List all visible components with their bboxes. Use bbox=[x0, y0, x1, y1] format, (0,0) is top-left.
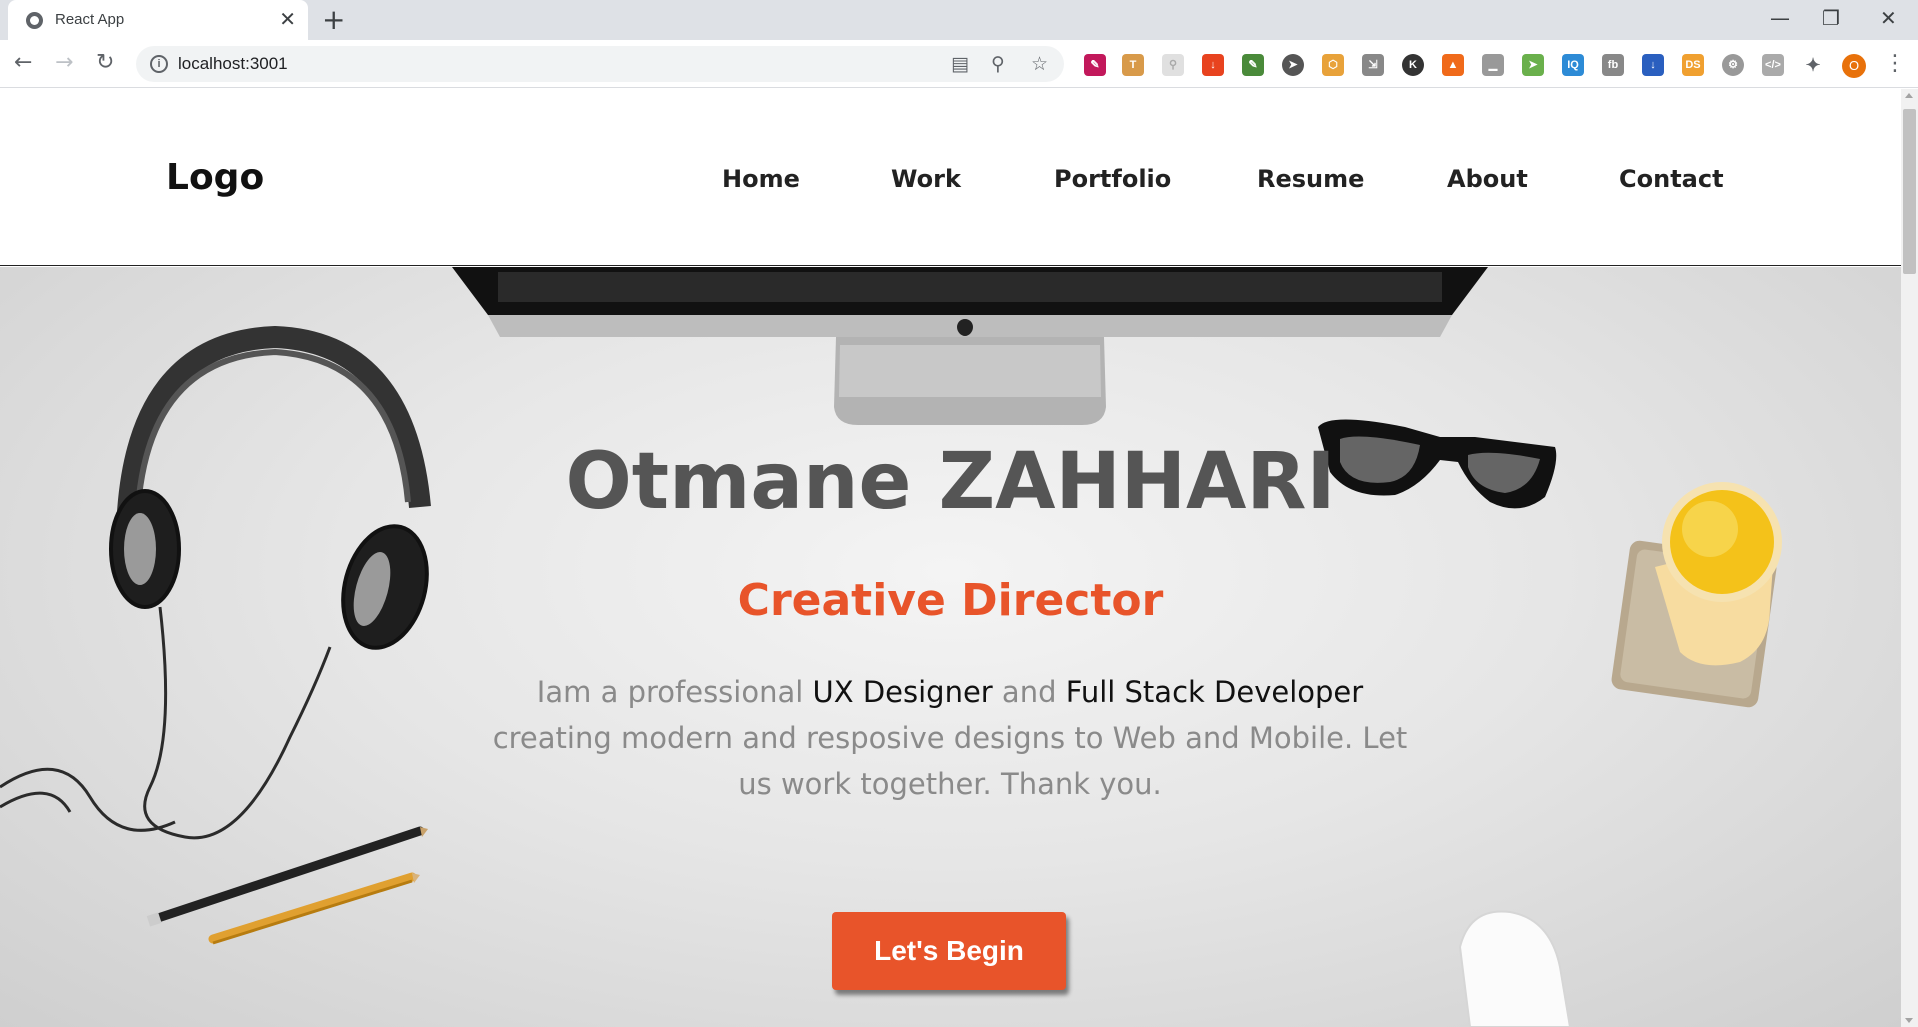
reload-icon[interactable]: ↻ bbox=[96, 50, 114, 76]
extension-fb-icon[interactable]: fb bbox=[1602, 54, 1624, 76]
bookmark-star-icon[interactable]: ☆ bbox=[1031, 52, 1048, 76]
minimize-icon[interactable]: — bbox=[1770, 6, 1790, 30]
hero-section: Otmane ZAHHARI Creative Director Iam a p… bbox=[0, 267, 1901, 1027]
window-close-icon[interactable]: ✕ bbox=[1880, 6, 1897, 30]
scroll-up-arrow-icon[interactable] bbox=[1905, 93, 1913, 98]
mouse-illustration bbox=[1458, 910, 1572, 1027]
extensions-puzzle-icon[interactable]: ✦ bbox=[1802, 54, 1824, 76]
extension-fullscreen-icon[interactable]: ⇲ bbox=[1362, 54, 1384, 76]
forward-arrow-icon[interactable]: → bbox=[55, 50, 73, 76]
hero-description: Iam a professional UX Designer and Full … bbox=[490, 669, 1410, 807]
tab-title: React App bbox=[55, 11, 125, 28]
tab-close-icon[interactable]: ✕ bbox=[279, 9, 296, 29]
site-header: Logo Home Work Portfolio Resume About Co… bbox=[0, 89, 1901, 266]
browser-toolbar: ← → ↻ i localhost:3001 ▤ ⚲ ☆ bbox=[0, 40, 1918, 88]
nav-portfolio[interactable]: Portfolio bbox=[1054, 165, 1171, 193]
nav-contact[interactable]: Contact bbox=[1619, 165, 1724, 193]
translate-icon[interactable]: ▤ bbox=[951, 52, 969, 76]
extension-fire-icon[interactable]: ▲ bbox=[1442, 54, 1464, 76]
browser-tab-active[interactable]: React App ✕ bbox=[8, 0, 308, 40]
extension-rocket-icon[interactable]: ➤ bbox=[1522, 54, 1544, 76]
nav-home[interactable]: Home bbox=[722, 165, 800, 193]
back-arrow-icon[interactable]: ← bbox=[14, 50, 32, 76]
address-bar[interactable]: i localhost:3001 ▤ ⚲ ☆ bbox=[136, 46, 1064, 82]
desc-text-1: Iam a professional bbox=[536, 675, 813, 709]
extension-hexagon-icon[interactable]: ⬡ bbox=[1322, 54, 1344, 76]
nav-about[interactable]: About bbox=[1447, 165, 1528, 193]
desc-text-2: and bbox=[992, 675, 1066, 709]
restore-icon[interactable]: ❐ bbox=[1822, 6, 1840, 30]
hero-name: Otmane ZAHHARI bbox=[565, 437, 1336, 527]
desc-highlight-fullstack: Full Stack Developer bbox=[1065, 675, 1364, 709]
desc-text-3: creating modern and resposive designs to… bbox=[492, 721, 1408, 801]
extension-ds-icon[interactable]: DS bbox=[1682, 54, 1704, 76]
new-tab-button[interactable]: + bbox=[322, 6, 345, 34]
extension-picker-icon[interactable]: ✎ bbox=[1242, 54, 1264, 76]
site-logo[interactable]: Logo bbox=[166, 157, 264, 198]
hero-role: Creative Director bbox=[737, 575, 1164, 626]
extension-hammer-icon[interactable]: T bbox=[1122, 54, 1144, 76]
extension-download-icon[interactable]: ↓ bbox=[1202, 54, 1224, 76]
nav-work[interactable]: Work bbox=[891, 165, 961, 193]
nav-resume[interactable]: Resume bbox=[1257, 165, 1364, 193]
pencils-illustration bbox=[146, 826, 428, 945]
extension-arrow-down-icon[interactable]: ↓ bbox=[1642, 54, 1664, 76]
page-viewport: Logo Home Work Portfolio Resume About Co… bbox=[0, 89, 1901, 1027]
extension-iq-icon[interactable]: IQ bbox=[1562, 54, 1584, 76]
extension-gear-icon[interactable]: ⚙ bbox=[1722, 54, 1744, 76]
extension-code-icon[interactable]: </> bbox=[1762, 54, 1784, 76]
browser-menu-icon[interactable]: ⋮ bbox=[1884, 50, 1906, 78]
profile-avatar[interactable]: O bbox=[1842, 54, 1866, 78]
page-scrollbar[interactable] bbox=[1901, 89, 1918, 1027]
site-info-icon[interactable]: i bbox=[150, 55, 168, 73]
scroll-down-arrow-icon[interactable] bbox=[1905, 1018, 1913, 1023]
browser-tabstrip: React App ✕ + — ❐ ✕ bbox=[0, 0, 1918, 40]
extension-chart-icon[interactable]: ▁ bbox=[1482, 54, 1504, 76]
scroll-thumb[interactable] bbox=[1903, 109, 1916, 274]
zoom-icon[interactable]: ⚲ bbox=[991, 52, 1005, 76]
lets-begin-button[interactable]: Let's Begin bbox=[832, 912, 1066, 990]
imac-illustration bbox=[452, 267, 1488, 425]
extension-search-icon[interactable]: ⚲ bbox=[1162, 54, 1184, 76]
extension-k-icon[interactable]: K bbox=[1402, 54, 1424, 76]
extension-eyedropper-icon[interactable]: ✎ bbox=[1084, 54, 1106, 76]
globe-icon bbox=[26, 12, 43, 29]
desc-highlight-ux: UX Designer bbox=[812, 675, 993, 709]
url-text[interactable]: localhost:3001 bbox=[178, 54, 288, 74]
extension-compass-icon[interactable]: ➤ bbox=[1282, 54, 1304, 76]
